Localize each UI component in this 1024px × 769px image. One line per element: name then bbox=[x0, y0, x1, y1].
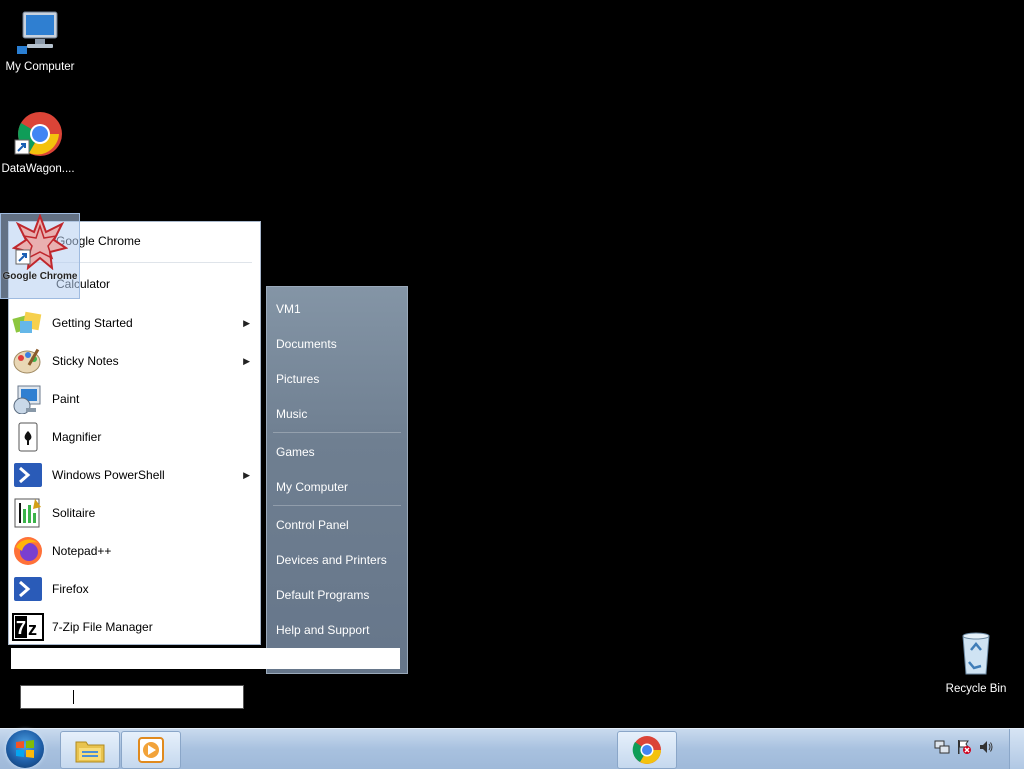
program-item-label: Paint bbox=[52, 392, 80, 406]
program-item-magnifier[interactable]: Magnifier bbox=[9, 418, 260, 456]
start-search-bar[interactable] bbox=[11, 648, 400, 669]
program-item-notepadpp[interactable]: Notepad++ bbox=[9, 532, 260, 570]
program-item-label: Sticky Notes bbox=[52, 354, 119, 368]
program-item-label: Notepad++ bbox=[52, 544, 112, 558]
taskbar-button-explorer[interactable] bbox=[60, 731, 120, 769]
program-item-getting-started[interactable]: Getting Started ▶ bbox=[9, 304, 260, 342]
network-icon[interactable] bbox=[934, 739, 950, 755]
program-item-solitaire[interactable]: Solitaire bbox=[9, 494, 260, 532]
solitaire-icon bbox=[11, 496, 45, 530]
submenu-arrow-icon: ▶ bbox=[243, 317, 250, 328]
folder-icon bbox=[75, 741, 105, 763]
chrome-icon bbox=[14, 112, 62, 156]
program-item-sticky-notes[interactable]: Sticky Notes ▶ bbox=[9, 342, 260, 380]
program-item-7zip[interactable]: 7z 7-Zip File Manager bbox=[9, 608, 260, 646]
program-item-firefox[interactable]: Firefox bbox=[9, 570, 260, 608]
places-separator bbox=[273, 505, 401, 506]
desktop-icon-recycle-bin[interactable]: Recycle Bin bbox=[936, 628, 1016, 695]
places-item-vm1[interactable]: VM1 bbox=[267, 291, 407, 326]
places-item-help-and-support[interactable]: Help and Support bbox=[267, 612, 407, 647]
system-tray bbox=[934, 739, 994, 755]
svg-text:7: 7 bbox=[16, 618, 26, 638]
show-desktop-button[interactable] bbox=[1009, 729, 1024, 769]
desktop-icon-label: Recycle Bin bbox=[945, 683, 1007, 695]
firefox-icon bbox=[11, 534, 45, 568]
media-player-icon bbox=[138, 737, 164, 763]
program-item-paint[interactable]: Paint bbox=[9, 380, 260, 418]
places-separator bbox=[273, 432, 401, 433]
desktop-icon-my-computer[interactable]: My Computer bbox=[0, 8, 80, 73]
start-button[interactable] bbox=[6, 730, 44, 768]
computer-icon bbox=[17, 11, 58, 54]
recycle-bin-icon bbox=[962, 632, 990, 675]
desktop-icon-datawagon[interactable]: DataWagon.... bbox=[0, 110, 78, 175]
text-caret bbox=[73, 690, 74, 704]
places-item-music[interactable]: Music bbox=[267, 396, 407, 431]
start-menu-places-pane: VM1 Documents Pictures Music Games My Co… bbox=[266, 286, 408, 674]
taskbar bbox=[0, 728, 1024, 769]
program-list: Getting Started ▶ Sticky Notes ▶ Paint M… bbox=[9, 304, 260, 646]
places-item-my-computer[interactable]: My Computer bbox=[267, 469, 407, 504]
sticky-notes-icon bbox=[11, 344, 45, 378]
desktop-icon-label: My Computer bbox=[5, 61, 75, 73]
text-input-field[interactable] bbox=[20, 685, 244, 709]
magnifier-icon bbox=[11, 420, 45, 454]
powershell-icon bbox=[11, 572, 45, 606]
paint-icon bbox=[11, 382, 45, 416]
places-item-default-programs[interactable]: Default Programs bbox=[267, 577, 407, 612]
program-item-label: Solitaire bbox=[52, 506, 96, 520]
places-item-pictures[interactable]: Pictures bbox=[267, 361, 407, 396]
program-item-label: 7-Zip File Manager bbox=[52, 620, 153, 634]
program-item-label: Firefox bbox=[52, 582, 89, 596]
action-center-flag-icon[interactable] bbox=[956, 739, 972, 755]
places-item-devices-and-printers[interactable]: Devices and Printers bbox=[267, 542, 407, 577]
program-item-label: Windows PowerShell bbox=[52, 468, 165, 482]
sevenzip-icon: 7z bbox=[11, 610, 45, 644]
program-item-windows-powershell[interactable]: Windows PowerShell ▶ bbox=[9, 456, 260, 494]
chrome-icon bbox=[632, 736, 661, 764]
program-item-label: Getting Started bbox=[52, 316, 133, 330]
wolfram-star-icon bbox=[11, 213, 69, 271]
getting-started-icon bbox=[11, 306, 45, 340]
windows-logo-icon bbox=[16, 740, 34, 758]
submenu-arrow-icon: ▶ bbox=[243, 355, 250, 366]
submenu-arrow-icon: ▶ bbox=[243, 469, 250, 480]
volume-icon[interactable] bbox=[978, 739, 994, 755]
taskbar-button-chrome[interactable] bbox=[617, 731, 677, 769]
program-item-label: Magnifier bbox=[52, 430, 102, 444]
places-item-control-panel[interactable]: Control Panel bbox=[267, 507, 407, 542]
powershell-icon bbox=[11, 458, 45, 492]
desktop-icon-label: DataWagon.... bbox=[1, 163, 75, 175]
svg-text:z: z bbox=[28, 619, 37, 639]
dragged-icon-label: Google Chrome bbox=[2, 271, 78, 282]
dragged-desktop-icon[interactable]: Google Chrome bbox=[0, 213, 80, 299]
places-item-games[interactable]: Games bbox=[267, 434, 407, 469]
places-item-documents[interactable]: Documents bbox=[267, 326, 407, 361]
taskbar-button-media-player[interactable] bbox=[121, 731, 181, 769]
